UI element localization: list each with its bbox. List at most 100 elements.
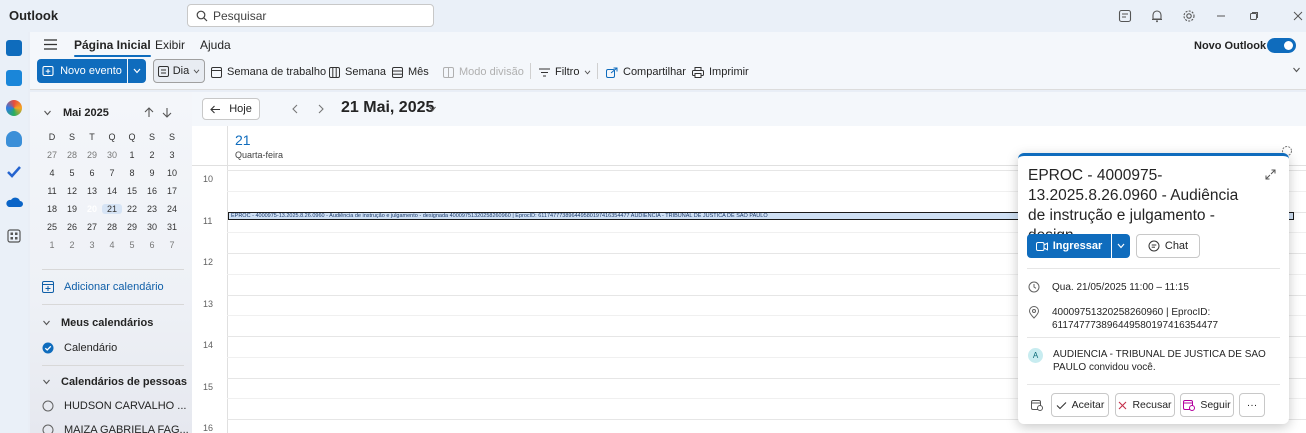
notes-icon[interactable] [1117,8,1133,24]
my-calendars-group[interactable]: Meus calendários [42,317,153,329]
restore-icon[interactable] [1246,8,1262,24]
hour-label: 14 [203,340,214,350]
tab-help[interactable]: Ajuda [200,38,231,52]
mini-calendar-day[interactable]: 8 [122,168,142,178]
mini-calendar-day[interactable]: 2 [142,150,162,160]
mini-calendar-day[interactable]: 12 [62,186,82,196]
apps-icon[interactable] [6,228,22,244]
mini-calendar-day[interactable]: 29 [82,150,102,160]
mini-calendar-day[interactable]: 4 [102,240,122,250]
mini-calendar-day[interactable]: 4 [42,168,62,178]
mini-calendar-day[interactable]: 28 [102,222,122,232]
new-outlook-toggle[interactable] [1267,38,1296,53]
search-box[interactable] [187,4,434,27]
chevron-down-icon[interactable] [1292,67,1301,73]
weekday-label: Q [108,132,116,142]
join-dropdown[interactable] [1112,234,1130,258]
tab-view[interactable]: Exibir [155,38,185,52]
today-button[interactable]: Hoje [202,98,260,120]
view-day-button[interactable]: Dia [153,59,205,83]
new-event-button[interactable]: Novo evento [37,59,127,83]
filter-button[interactable]: Filtro [539,60,591,84]
chevron-right-icon[interactable] [318,104,324,114]
mini-calendar-day[interactable]: 13 [82,186,102,196]
mini-calendar-day[interactable]: 1 [42,240,62,250]
mini-calendar-day[interactable]: 15 [122,186,142,196]
view-week-button[interactable]: Semana [329,60,386,84]
print-button[interactable]: Imprimir [692,60,749,84]
join-button[interactable]: Ingressar [1027,234,1111,258]
day-number[interactable]: 21 [235,132,251,148]
follow-button[interactable]: Seguir [1180,393,1234,417]
mini-calendar-day[interactable]: 19 [62,204,82,214]
calendar-status-icon[interactable] [1031,399,1043,411]
tab-home[interactable]: Página Inicial [74,38,151,57]
mini-calendar-day[interactable]: 18 [42,204,62,214]
todo-icon[interactable] [6,164,22,180]
mini-calendar-day[interactable]: 21 [102,204,122,214]
view-month-button[interactable]: Mês [392,60,429,84]
mini-calendar-day[interactable]: 27 [82,222,102,232]
mini-calendar-day[interactable]: 5 [122,240,142,250]
mini-calendar-day[interactable]: 22 [122,204,142,214]
calendar-item[interactable]: Calendário [42,342,117,354]
mini-calendar-day[interactable]: 23 [142,204,162,214]
expand-icon[interactable] [1265,169,1276,180]
person-calendar-item[interactable]: HUDSON CARVALHO ... [42,400,186,412]
mini-calendar-day[interactable]: 5 [62,168,82,178]
collapse-chevron-icon[interactable] [43,110,52,116]
new-event-dropdown[interactable] [128,59,146,83]
add-calendar-button[interactable]: Adicionar calendário [42,281,164,293]
accept-button[interactable]: Aceitar [1051,393,1109,417]
mail-icon[interactable] [6,40,22,56]
mini-calendar-day[interactable]: 25 [42,222,62,232]
arrow-up-icon[interactable] [144,107,154,118]
mini-calendar-day[interactable]: 7 [102,168,122,178]
mini-calendar-day[interactable]: 20 [82,201,102,216]
more-options-button[interactable]: ··· [1239,393,1265,417]
person-calendar-item[interactable]: MAIZA GABRIELA FAG... [42,424,189,433]
chevron-left-icon[interactable] [292,104,298,114]
chat-button[interactable]: Chat [1136,234,1200,258]
mini-calendar-day[interactable]: 14 [102,186,122,196]
hamburger-icon[interactable] [44,39,57,50]
mini-calendar-day[interactable]: 16 [142,186,162,196]
close-icon[interactable] [1290,8,1306,24]
mini-calendar-day[interactable]: 24 [162,204,182,214]
mini-calendar-day[interactable]: 1 [122,150,142,160]
arrow-down-icon[interactable] [162,107,172,118]
decline-button[interactable]: Recusar [1115,393,1175,417]
minimize-icon[interactable] [1213,8,1229,24]
mini-calendar-day[interactable]: 3 [162,150,182,160]
people-icon[interactable] [6,131,22,147]
mini-calendar-title[interactable]: Mai 2025 [63,107,109,119]
mini-calendar-day[interactable]: 9 [142,168,162,178]
date-title[interactable]: 21 Mai, 2025 [341,99,434,117]
mini-calendar-day[interactable]: 7 [162,240,182,250]
gear-icon[interactable] [1181,8,1197,24]
copilot-icon[interactable] [6,100,22,116]
mini-calendar-day[interactable]: 29 [122,222,142,232]
mini-calendar-day[interactable]: 10 [162,168,182,178]
mini-calendar-day[interactable]: 6 [82,168,102,178]
view-work-week-button[interactable]: Semana de trabalho [211,60,326,84]
mini-calendar-day[interactable]: 30 [142,222,162,232]
share-button[interactable]: Compartilhar [606,60,686,84]
mini-calendar-day[interactable]: 30 [102,150,122,160]
mini-calendar-day[interactable]: 11 [42,186,62,196]
mini-calendar-day[interactable]: 31 [162,222,182,232]
calendar-icon[interactable] [6,70,22,86]
mini-calendar-day[interactable]: 26 [62,222,82,232]
people-calendars-group[interactable]: Calendários de pessoas [42,376,187,388]
mini-calendar-day[interactable]: 17 [162,186,182,196]
bell-icon[interactable] [1149,8,1165,24]
avatar[interactable]: A [1028,348,1043,363]
search-input[interactable] [213,8,413,23]
mini-calendar-day[interactable]: 28 [62,150,82,160]
onedrive-icon[interactable] [5,196,23,208]
mini-calendar-day[interactable]: 2 [62,240,82,250]
mini-calendar-day[interactable]: 27 [42,150,62,160]
mini-calendar-day[interactable]: 3 [82,240,102,250]
mini-calendar-day[interactable]: 6 [142,240,162,250]
chevron-down-icon[interactable] [428,106,437,112]
